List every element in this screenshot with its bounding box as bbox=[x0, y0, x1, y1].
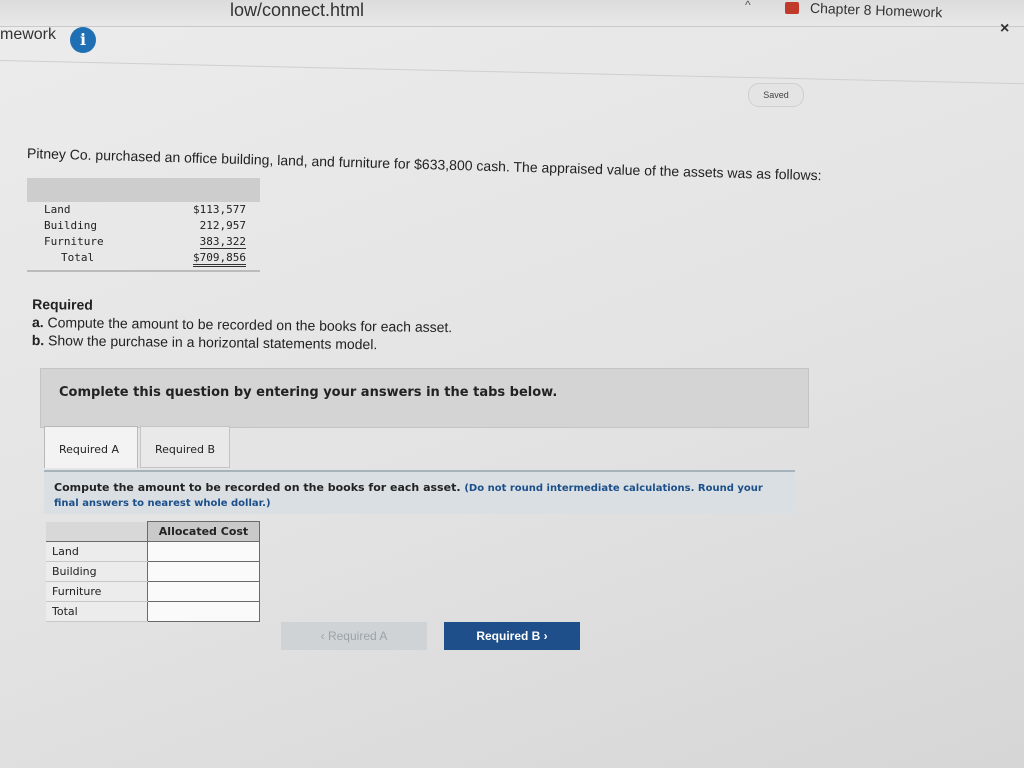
column-header: Allocated Cost bbox=[147, 521, 260, 542]
table-row-total: Total $709,856 bbox=[27, 250, 260, 267]
table-row: Furniture 383,322 bbox=[27, 234, 260, 250]
row-label: Land bbox=[44, 203, 71, 216]
building-cost-input[interactable] bbox=[148, 562, 259, 581]
favicon-icon bbox=[785, 2, 799, 14]
url-text: low/connect.html bbox=[230, 0, 365, 20]
close-icon[interactable]: × bbox=[1000, 20, 1009, 38]
tab-label: Required B bbox=[155, 443, 216, 456]
question-text-wrap: Compute the amount to be recorded on the… bbox=[54, 481, 784, 511]
instructions-box: Complete this question by entering your … bbox=[40, 368, 809, 428]
row-label: Total bbox=[61, 251, 95, 264]
table-row: Total bbox=[46, 601, 260, 622]
appraised-values-table: Land $113,577 Building 212,957 Furniture… bbox=[27, 178, 260, 272]
tab-title[interactable]: Chapter 8 Homework bbox=[810, 0, 943, 20]
tab-required-a[interactable]: Required A bbox=[44, 426, 138, 468]
row-label: Land bbox=[46, 541, 148, 562]
table-row: Building 212,957 bbox=[27, 218, 260, 234]
row-label: Furniture bbox=[44, 235, 104, 248]
row-amount: 212,957 bbox=[199, 219, 246, 232]
row-amount: 383,322 bbox=[199, 235, 246, 249]
required-section: Required a. Compute the amount to be rec… bbox=[32, 295, 453, 354]
furniture-input-cell bbox=[147, 581, 260, 602]
prev-required-a-button[interactable]: ‹ Required A bbox=[281, 622, 427, 650]
row-label: Furniture bbox=[46, 581, 148, 602]
land-input-cell bbox=[147, 541, 260, 562]
browser-bar: low/connect.html ^ Chapter 8 Homework bbox=[0, 0, 1024, 27]
table-bottom-rule bbox=[27, 270, 260, 272]
row-amount: $709,856 bbox=[193, 251, 246, 267]
instructions-text: Complete this question by entering your … bbox=[59, 385, 558, 400]
building-input-cell bbox=[147, 561, 260, 582]
row-amount: $113,577 bbox=[193, 203, 246, 216]
table-row: Land bbox=[46, 541, 260, 562]
table-row: Furniture bbox=[46, 581, 260, 602]
row-label: Building bbox=[46, 561, 148, 582]
table-row: Land $113,577 bbox=[27, 202, 260, 218]
required-a-prefix: a. bbox=[31, 314, 44, 331]
row-label: Building bbox=[44, 219, 97, 232]
required-b-prefix: b. bbox=[31, 331, 45, 349]
next-required-b-button[interactable]: Required B › bbox=[444, 622, 580, 650]
info-icon[interactable]: i bbox=[70, 27, 96, 53]
question-box: Compute the amount to be recorded on the… bbox=[44, 470, 795, 514]
question-text: Compute the amount to be recorded on the… bbox=[54, 481, 461, 494]
tab-label: Required A bbox=[59, 443, 119, 456]
saved-badge: Saved bbox=[748, 83, 804, 107]
total-input-cell bbox=[147, 601, 260, 622]
chevron-up-icon[interactable]: ^ bbox=[745, 0, 751, 12]
land-cost-input[interactable] bbox=[148, 542, 259, 561]
allocation-table: Allocated Cost Land Building Furniture T… bbox=[46, 521, 260, 622]
total-cost-input[interactable] bbox=[148, 602, 259, 621]
table-header bbox=[27, 178, 260, 202]
page-title: mework bbox=[0, 26, 57, 43]
divider bbox=[0, 60, 1024, 85]
table-row: Building bbox=[46, 561, 260, 582]
table-header-row: Allocated Cost bbox=[46, 521, 260, 542]
header-blank bbox=[46, 521, 148, 542]
required-b-text: Show the purchase in a horizontal statem… bbox=[48, 332, 378, 353]
row-label: Total bbox=[46, 601, 148, 622]
tab-required-b[interactable]: Required B bbox=[140, 426, 230, 468]
furniture-cost-input[interactable] bbox=[148, 582, 259, 601]
